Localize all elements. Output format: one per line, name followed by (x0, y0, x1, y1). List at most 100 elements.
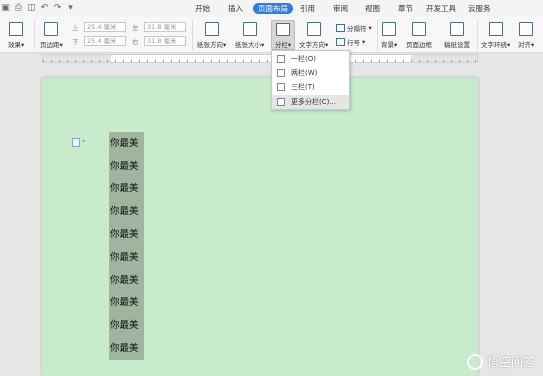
chevron-down-icon[interactable]: ▾ (65, 3, 76, 14)
line-numbers-button[interactable]: 行号 ▾ (336, 37, 365, 47)
text-wrap-label: 文字环绕 (481, 41, 507, 49)
text-direction-icon (306, 22, 321, 36)
more-columns-icon (277, 98, 285, 106)
line-numbers-label: 行号 (347, 39, 360, 47)
tab-cloud[interactable]: 云服务 (465, 3, 494, 14)
two-columns-icon (277, 69, 285, 77)
align-icon (519, 22, 534, 36)
undo-icon[interactable]: ↶ (39, 3, 50, 14)
effects-label: 效果 (8, 41, 21, 49)
divider (192, 20, 193, 50)
watermark: 悟空问答 (466, 353, 535, 370)
paragraph-anchor-icon[interactable] (72, 138, 80, 147)
text-line[interactable]: 你最美 (110, 138, 139, 149)
save-icon[interactable]: ▣ (0, 3, 11, 14)
top-margin-input[interactable]: 25.4 毫米 (84, 22, 126, 32)
tab-home[interactable]: 开始 (192, 3, 213, 14)
background-button[interactable]: 背景▾ (381, 22, 397, 49)
bottom-margin-input[interactable]: 25.4 毫米 (84, 36, 126, 46)
left-margin-input[interactable]: 31.8 毫米 (144, 22, 186, 32)
effects-icon (9, 22, 24, 36)
menu-item-label: 两栏(W) (291, 69, 318, 77)
text-line[interactable]: 你最美 (110, 343, 139, 354)
page-border-icon (412, 22, 426, 36)
columns-button[interactable]: 分栏▾ (271, 20, 295, 50)
divider (377, 20, 378, 50)
text-wrap-icon (488, 22, 503, 36)
page-border-button[interactable]: 页面边框 (406, 22, 432, 49)
tab-developer[interactable]: 开发工具 (423, 3, 459, 14)
watermark-logo-icon (466, 353, 483, 370)
text-line[interactable]: 你最美 (110, 161, 139, 172)
one-column-icon (277, 55, 285, 63)
ribbon: 效果▾ 页边距▾ 上 25.4 毫米 下 25.4 毫米 左 31.8 毫米 右… (0, 17, 543, 53)
text-line[interactable]: 你最美 (110, 275, 139, 286)
left-margin-field: 左 31.8 毫米 (132, 22, 186, 32)
background-label: 背景 (381, 41, 394, 49)
chevron-down-icon[interactable]: ▾ (82, 138, 85, 145)
menu-item-label: 一栏(O) (291, 55, 316, 63)
tab-page-layout[interactable]: 页面布局 (253, 3, 293, 14)
line-numbers-icon (336, 38, 345, 46)
menu-item-label: 更多分栏(C)... (291, 98, 337, 106)
three-columns-icon (277, 83, 285, 91)
paper-size-label: 纸张大小 (235, 41, 261, 49)
right-margin-key: 右 (132, 38, 139, 46)
paper-size-icon (242, 22, 257, 36)
tab-section[interactable]: 章节 (395, 3, 416, 14)
text-line[interactable]: 你最美 (110, 297, 139, 308)
menu-tab-bar: ▣ ⎙ ◫ ↶ ↷ ▾ 开始 插入 页面布局 引用 审阅 视图 章节 开发工具 … (0, 0, 543, 17)
tab-review[interactable]: 审阅 (330, 3, 351, 14)
redo-icon[interactable]: ↷ (52, 3, 63, 14)
quick-access-toolbar: ▣ ⎙ ◫ ↶ ↷ ▾ (0, 3, 76, 15)
margin-button[interactable]: 页边距▾ (40, 22, 63, 49)
orientation-button[interactable]: 纸张方向▾ (197, 22, 226, 49)
text-line[interactable]: 你最美 (110, 229, 139, 240)
align-button[interactable]: 对齐▾ (518, 22, 534, 49)
tab-view[interactable]: 视图 (362, 3, 383, 14)
paper-setup-icon (450, 22, 464, 36)
divider (477, 20, 478, 50)
text-line[interactable]: 你最美 (110, 206, 139, 217)
tab-references[interactable]: 引用 (297, 3, 318, 14)
menu-item-three-columns[interactable]: 三栏(T) (272, 80, 349, 94)
horizontal-ruler[interactable] (42, 54, 478, 63)
bottom-margin-field: 下 25.4 毫米 (72, 36, 126, 46)
right-margin-field: 右 31.8 毫米 (132, 36, 186, 46)
columns-dropdown-menu: 一栏(O) 两栏(W) 三栏(T) 更多分栏(C)... (271, 50, 350, 110)
paper-size-button[interactable]: 纸张大小▾ (235, 22, 264, 49)
top-margin-key: 上 (72, 24, 79, 32)
menu-item-one-column[interactable]: 一栏(O) (272, 52, 349, 66)
breaks-icon (336, 24, 345, 32)
margin-label: 页边距 (40, 41, 60, 49)
bottom-margin-key: 下 (72, 38, 79, 46)
text-direction-label: 文字方向 (299, 41, 325, 49)
print-icon[interactable]: ⎙ (13, 3, 24, 14)
columns-icon (276, 23, 290, 36)
tab-insert[interactable]: 插入 (225, 3, 246, 14)
ruler-ticks (43, 55, 477, 62)
menu-item-label: 三栏(T) (291, 83, 315, 91)
text-line[interactable]: 你最美 (110, 183, 139, 194)
text-line[interactable]: 你最美 (110, 252, 139, 263)
right-margin-input[interactable]: 31.8 毫米 (144, 36, 186, 46)
align-label: 对齐 (518, 41, 531, 49)
text-line[interactable]: 你最美 (110, 320, 139, 331)
text-direction-button[interactable]: 文字方向▾ (299, 22, 328, 49)
effects-button[interactable]: 效果▾ (8, 22, 24, 49)
divider (34, 20, 35, 50)
breaks-button[interactable]: 分隔符 ▾ (336, 23, 372, 33)
background-icon (382, 22, 397, 36)
watermark-text: 悟空问答 (486, 355, 535, 369)
text-wrap-button[interactable]: 文字环绕▾ (481, 22, 510, 49)
menu-item-two-columns[interactable]: 两栏(W) (272, 66, 349, 80)
breaks-label: 分隔符 (347, 25, 367, 33)
orientation-icon (204, 22, 219, 36)
menu-item-more-columns[interactable]: 更多分栏(C)... (272, 95, 349, 109)
preview-icon[interactable]: ◫ (26, 3, 37, 14)
paper-setup-button[interactable]: 稿纸设置 (444, 22, 470, 49)
document-page[interactable] (42, 78, 478, 376)
margin-icon (44, 22, 59, 36)
top-margin-field: 上 25.4 毫米 (72, 22, 126, 32)
left-margin-key: 左 (132, 24, 139, 32)
